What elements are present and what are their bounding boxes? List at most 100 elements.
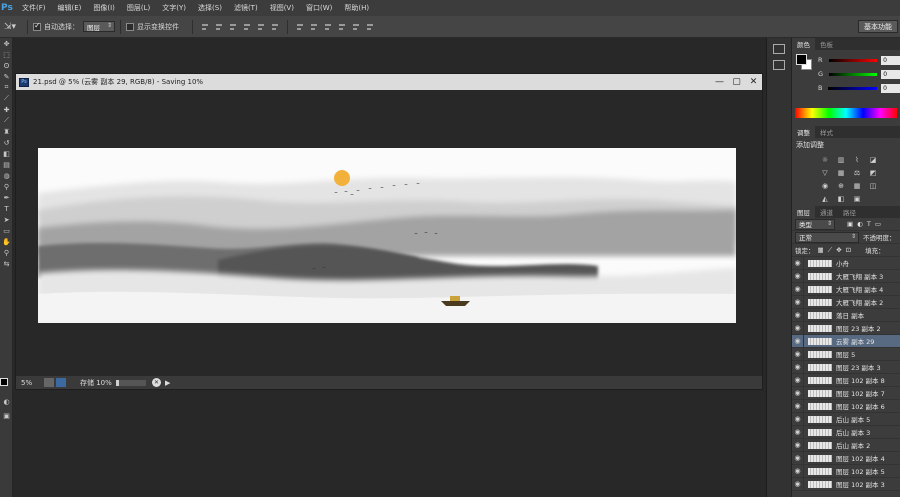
layer-row[interactable]: ◉ 云雾 副本 29 <box>792 335 900 348</box>
menu-filter[interactable]: 滤镜(T) <box>228 3 264 13</box>
status-info-icon[interactable] <box>44 378 54 387</box>
distribute-top-icon[interactable] <box>295 22 305 32</box>
show-transform-checkbox[interactable] <box>126 22 134 31</box>
lock-paint-icon[interactable]: ⟋ <box>828 246 833 255</box>
distribute-hcenter-icon[interactable] <box>351 22 361 32</box>
layer-row[interactable]: ◉ 大雁飞翔 副本 2 <box>792 296 900 309</box>
menu-edit[interactable]: 编辑(E) <box>52 3 88 13</box>
lock-all-icon[interactable]: ⊡ <box>846 246 851 254</box>
canvas-artwork[interactable] <box>38 148 736 323</box>
invert-icon[interactable]: ◫ <box>868 181 878 190</box>
auto-select-checkbox[interactable] <box>33 21 41 31</box>
layer-row[interactable]: ◉ 大雁飞翔 副本 3 <box>792 270 900 283</box>
blur-tool-icon[interactable]: ◍ <box>0 170 13 181</box>
quick-mask-icon[interactable]: ◐ <box>0 396 13 407</box>
path-select-icon[interactable]: ➤ <box>0 214 13 225</box>
layer-visibility-eye-icon[interactable]: ◉ <box>792 452 804 464</box>
layer-visibility-eye-icon[interactable]: ◉ <box>792 439 804 451</box>
eraser-tool-icon[interactable]: ◧ <box>0 148 13 159</box>
screen-mode-icon[interactable]: ▣ <box>0 410 13 421</box>
filter-adjust-icon[interactable]: ◐ <box>857 220 863 228</box>
layer-visibility-eye-icon[interactable]: ◉ <box>792 296 804 308</box>
layer-visibility-eye-icon[interactable]: ◉ <box>792 400 804 412</box>
channel-mixer-icon[interactable]: ⊕ <box>836 181 846 190</box>
menu-view[interactable]: 视图(V) <box>264 3 300 13</box>
type-tool-icon[interactable]: T <box>0 203 13 214</box>
tab-channels[interactable]: 通道 <box>815 206 838 218</box>
color-spectrum[interactable] <box>795 108 897 118</box>
align-hcenter-icon[interactable] <box>256 22 266 32</box>
distribute-bottom-icon[interactable] <box>323 22 333 32</box>
tab-paths[interactable]: 路径 <box>838 206 861 218</box>
red-track[interactable] <box>828 58 878 62</box>
layer-visibility-eye-icon[interactable]: ◉ <box>792 413 804 425</box>
lasso-tool-icon[interactable]: ʘ <box>0 60 13 71</box>
color-balance-icon[interactable]: ⚖ <box>852 168 862 177</box>
selective-color-icon[interactable]: ▣ <box>852 194 862 203</box>
layer-visibility-eye-icon[interactable]: ◉ <box>792 426 804 438</box>
layer-row[interactable]: ◉ 落日 副本 <box>792 309 900 322</box>
hue-saturation-icon[interactable]: ▦ <box>836 168 846 177</box>
clone-stamp-icon[interactable]: ♜ <box>0 126 13 137</box>
gradient-tool-icon[interactable]: ▤ <box>0 159 13 170</box>
tab-swatches[interactable]: 色板 <box>815 38 838 50</box>
red-value-input[interactable]: 0 <box>881 55 900 65</box>
align-right-icon[interactable] <box>270 22 280 32</box>
align-top-icon[interactable] <box>200 22 210 32</box>
layer-row[interactable]: ◉ 图层 102 副本 6 <box>792 400 900 413</box>
tab-color[interactable]: 颜色 <box>792 38 815 50</box>
blue-track[interactable] <box>828 86 878 90</box>
dodge-tool-icon[interactable]: ⚲ <box>0 181 13 192</box>
layer-row[interactable]: ◉ 图层 23 副本 3 <box>792 361 900 374</box>
layer-visibility-eye-icon[interactable]: ◉ <box>792 283 804 295</box>
posterize-icon[interactable]: ◭ <box>820 194 830 203</box>
layer-visibility-eye-icon[interactable]: ◉ <box>792 374 804 386</box>
shape-tool-icon[interactable]: ▭ <box>0 225 13 236</box>
layer-visibility-eye-icon[interactable]: ◉ <box>792 309 804 321</box>
layer-visibility-eye-icon[interactable]: ◉ <box>792 478 804 490</box>
layer-row[interactable]: ◉ 图层 102 副本 3 <box>792 478 900 491</box>
status-preview-icon[interactable] <box>56 378 66 387</box>
zoom-tool-icon[interactable]: ⚲ <box>0 247 13 258</box>
pen-tool-icon[interactable]: ✒ <box>0 192 13 203</box>
menu-layer[interactable]: 图层(L) <box>121 3 156 13</box>
layer-row[interactable]: ◉ 后山 副本 2 <box>792 439 900 452</box>
distribute-vcenter-icon[interactable] <box>309 22 319 32</box>
layer-visibility-eye-icon[interactable]: ◉ <box>792 270 804 282</box>
tab-styles[interactable]: 样式 <box>815 126 838 138</box>
photo-filter-icon[interactable]: ◉ <box>820 181 830 190</box>
quick-select-tool-icon[interactable]: ✎ <box>0 71 13 82</box>
layer-row[interactable]: ◉ 图层 102 副本 8 <box>792 374 900 387</box>
move-tool-icon[interactable]: ✥ <box>0 38 13 49</box>
hand-tool-icon[interactable]: ✋ <box>0 236 13 247</box>
layer-visibility-eye-icon[interactable]: ◉ <box>792 322 804 334</box>
align-left-icon[interactable] <box>242 22 252 32</box>
zoom-level[interactable]: 5% <box>16 379 44 387</box>
brush-tool-icon[interactable]: ⟋ <box>0 115 13 126</box>
foreground-color-swatch[interactable] <box>0 378 8 386</box>
auto-select-target-dropdown[interactable]: 图层 <box>83 21 115 32</box>
curves-icon[interactable]: ⌇ <box>852 155 862 164</box>
filter-shape-icon[interactable]: ▭ <box>875 220 881 228</box>
green-track[interactable] <box>829 72 878 76</box>
layer-row[interactable]: ◉ 大雁飞翔 副本 4 <box>792 283 900 296</box>
blue-value-input[interactable]: 0 <box>881 83 900 93</box>
menu-window[interactable]: 窗口(W) <box>300 3 338 13</box>
layer-row[interactable]: ◉ 小舟 <box>792 257 900 270</box>
tab-adjustments[interactable]: 调整 <box>792 126 815 138</box>
history-panel-icon[interactable] <box>773 44 785 54</box>
menu-select[interactable]: 选择(S) <box>192 3 228 13</box>
exposure-icon[interactable]: ◪ <box>868 155 878 164</box>
align-bottom-icon[interactable] <box>228 22 238 32</box>
layer-row[interactable]: ◉ 后山 副本 5 <box>792 413 900 426</box>
black-white-icon[interactable]: ◩ <box>868 168 878 177</box>
lock-pixels-icon[interactable]: ▦ <box>818 246 824 254</box>
layer-visibility-eye-icon[interactable]: ◉ <box>792 335 804 347</box>
blue-slider[interactable]: B 0 <box>792 81 900 95</box>
layer-row[interactable]: ◉ 图层 102 副本 7 <box>792 387 900 400</box>
align-vcenter-icon[interactable] <box>214 22 224 32</box>
blend-mode-dropdown[interactable]: 正常 <box>795 231 859 243</box>
threshold-icon[interactable]: ◧ <box>836 194 846 203</box>
menu-file[interactable]: 文件(F) <box>16 3 52 13</box>
distribute-left-icon[interactable] <box>337 22 347 32</box>
